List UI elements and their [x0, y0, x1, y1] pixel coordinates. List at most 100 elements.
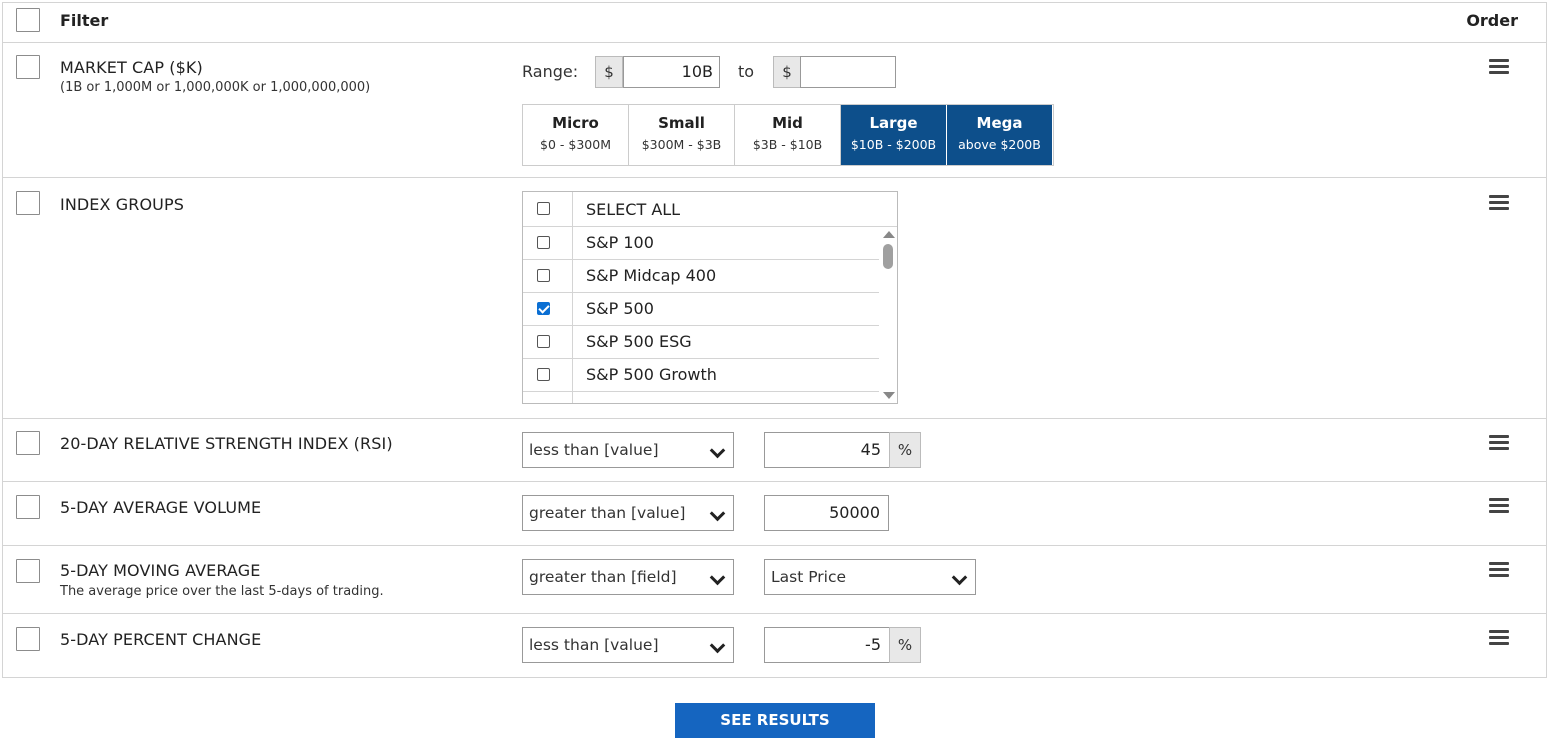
filter-row-rsi: 20-DAY RELATIVE STRENGTH INDEX (RSI) les… — [3, 419, 1546, 482]
avg-volume-operator-value: greater than [value] — [529, 504, 686, 522]
filter-row-moving-average: 5-DAY MOVING AVERAGE The average price o… — [3, 546, 1546, 614]
bucket-mid[interactable]: Mid $3B - $10B — [735, 105, 841, 165]
select-all-filters-checkbox[interactable] — [16, 8, 40, 32]
market-cap-hint: (1B or 1,000M or 1,000,000K or 1,000,000… — [60, 80, 371, 95]
index-label: S&P 500 — [586, 299, 654, 318]
drag-handle-icon[interactable] — [1489, 498, 1509, 514]
bucket-range: $3B - $10B — [752, 137, 823, 152]
see-results-button[interactable]: SEE RESULTS — [675, 703, 875, 738]
bucket-large[interactable]: Large $10B - $200B — [841, 105, 947, 165]
bucket-title: Micro — [552, 114, 599, 132]
rsi-value-input[interactable]: 45 — [764, 432, 890, 468]
chevron-down-icon — [709, 505, 726, 522]
list-item[interactable]: S&P 500 — [523, 293, 879, 326]
to-label: to — [738, 62, 755, 81]
filter-row-index-groups: INDEX GROUPS SELECT ALL S&P 100 S&P Midc… — [3, 178, 1546, 419]
avg-volume-label: 5-DAY AVERAGE VOLUME — [60, 498, 262, 517]
bucket-title: Mega — [976, 114, 1023, 132]
index-groups-label: INDEX GROUPS — [60, 195, 184, 214]
drag-handle-icon[interactable] — [1489, 435, 1509, 451]
percent-change-unit: % — [889, 627, 921, 663]
percent-change-checkbox[interactable] — [16, 627, 40, 651]
list-item[interactable]: S&P Midcap 400 — [523, 260, 879, 293]
moving-average-field-value: Last Price — [771, 568, 847, 586]
market-cap-from-input[interactable]: 10B — [623, 56, 720, 88]
list-item-partial[interactable] — [523, 392, 879, 403]
bucket-range: $0 - $300M — [540, 137, 611, 152]
to-currency-prefix: $ — [773, 56, 801, 88]
scroll-thumb[interactable] — [883, 244, 893, 269]
index-label: S&P 500 ESG — [586, 332, 692, 351]
order-column-header: Order — [1466, 11, 1518, 30]
rsi-checkbox[interactable] — [16, 431, 40, 455]
index-checkbox[interactable] — [537, 236, 550, 249]
scroll-up-arrow-icon[interactable] — [883, 231, 895, 238]
index-checkbox[interactable] — [537, 368, 550, 381]
select-all-label: SELECT ALL — [586, 200, 681, 219]
filter-panel: Filter Order MARKET CAP ($K) (1B or 1,00… — [2, 2, 1547, 678]
select-all-row[interactable]: SELECT ALL — [523, 192, 897, 227]
rsi-operator-select[interactable]: less than [value] — [522, 432, 734, 468]
index-label: S&P 500 Growth — [586, 365, 717, 384]
chevron-down-icon — [709, 637, 726, 654]
drag-handle-icon[interactable] — [1489, 195, 1509, 211]
index-checkbox[interactable] — [537, 335, 550, 348]
scroll-down-arrow-icon[interactable] — [883, 392, 895, 399]
market-cap-checkbox[interactable] — [16, 55, 40, 79]
market-cap-bucket-group: Micro $0 - $300M Small $300M - $3B Mid $… — [522, 104, 1054, 166]
index-checkbox-checked[interactable] — [537, 302, 550, 315]
select-all-checkbox[interactable] — [537, 202, 550, 215]
rsi-label: 20-DAY RELATIVE STRENGTH INDEX (RSI) — [60, 434, 393, 453]
index-label: S&P Midcap 400 — [586, 266, 717, 285]
chevron-down-icon — [709, 569, 726, 586]
avg-volume-value-input[interactable]: 50000 — [764, 495, 889, 531]
avg-volume-operator-select[interactable]: greater than [value] — [522, 495, 734, 531]
rsi-operator-value: less than [value] — [529, 441, 659, 459]
market-cap-label: MARKET CAP ($K) — [60, 58, 203, 77]
bucket-range: $300M - $3B — [641, 137, 722, 152]
list-scrollbar[interactable] — [879, 227, 897, 403]
index-checkbox[interactable] — [537, 269, 550, 282]
list-item[interactable]: S&P 500 Growth — [523, 359, 879, 392]
percent-change-operator-select[interactable]: less than [value] — [522, 627, 734, 663]
header-row: Filter Order — [3, 3, 1546, 43]
moving-average-checkbox[interactable] — [16, 559, 40, 583]
checkbox-cell — [523, 192, 573, 226]
bucket-title: Mid — [772, 114, 803, 132]
from-currency-prefix: $ — [595, 56, 623, 88]
avg-volume-checkbox[interactable] — [16, 495, 40, 519]
bucket-micro[interactable]: Micro $0 - $300M — [523, 105, 629, 165]
moving-average-operator-select[interactable]: greater than [field] — [522, 559, 734, 595]
moving-average-label: 5-DAY MOVING AVERAGE — [60, 561, 261, 580]
filter-column-header: Filter — [60, 11, 109, 30]
market-cap-to-input[interactable] — [800, 56, 896, 88]
index-groups-list: SELECT ALL S&P 100 S&P Midcap 400 S&P 50… — [522, 191, 898, 404]
bucket-range: $10B - $200B — [850, 137, 937, 152]
chevron-down-icon — [709, 442, 726, 459]
checkbox-cell — [523, 293, 573, 325]
checkbox-cell — [523, 227, 573, 259]
list-item[interactable]: S&P 500 ESG — [523, 326, 879, 359]
drag-handle-icon[interactable] — [1489, 630, 1509, 646]
drag-handle-icon[interactable] — [1489, 562, 1509, 578]
checkbox-cell — [523, 392, 573, 403]
bucket-small[interactable]: Small $300M - $3B — [629, 105, 735, 165]
percent-change-label: 5-DAY PERCENT CHANGE — [60, 630, 262, 649]
moving-average-description: The average price over the last 5-days o… — [60, 584, 384, 599]
moving-average-field-select[interactable]: Last Price — [764, 559, 976, 595]
index-label: S&P 100 — [586, 233, 654, 252]
bucket-title: Large — [869, 114, 918, 132]
drag-handle-icon[interactable] — [1489, 59, 1509, 75]
chevron-down-icon — [951, 569, 968, 586]
rsi-unit: % — [889, 432, 921, 468]
bucket-title: Small — [658, 114, 705, 132]
checkbox-cell — [523, 260, 573, 292]
percent-change-value-input[interactable]: -5 — [764, 627, 890, 663]
checkbox-cell — [523, 359, 573, 391]
filter-row-avg-volume: 5-DAY AVERAGE VOLUME greater than [value… — [3, 482, 1546, 546]
bucket-mega[interactable]: Mega above $200B — [947, 105, 1053, 165]
filter-row-percent-change: 5-DAY PERCENT CHANGE less than [value] -… — [3, 614, 1546, 679]
list-item[interactable]: S&P 100 — [523, 227, 879, 260]
bucket-range: above $200B — [958, 137, 1041, 152]
index-groups-checkbox[interactable] — [16, 191, 40, 215]
